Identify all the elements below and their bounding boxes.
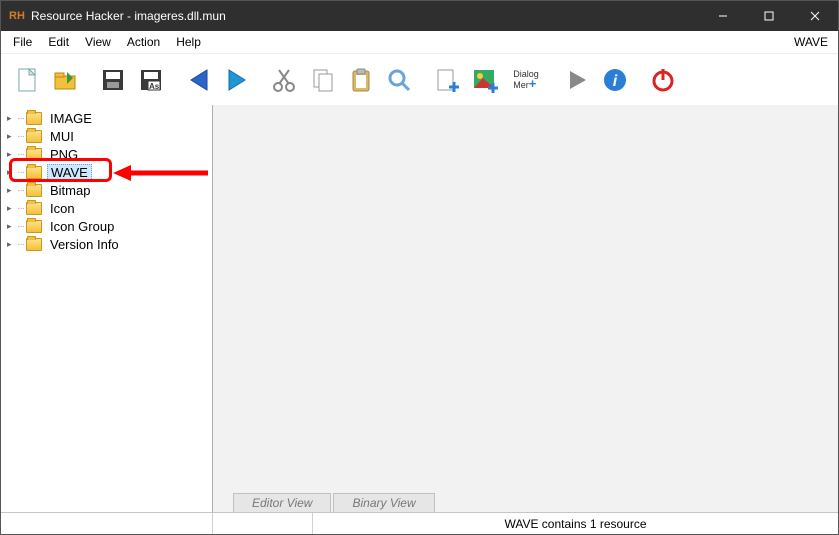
minimize-button[interactable] (700, 1, 746, 31)
folder-icon (26, 238, 42, 251)
tab-editor-view[interactable]: Editor View (233, 493, 331, 512)
new-button[interactable] (9, 62, 45, 98)
tab-binary-view[interactable]: Binary View (333, 493, 434, 512)
chevron-right-icon: ▸ (7, 167, 17, 178)
statusbar-spacer (213, 513, 313, 534)
folder-icon (26, 184, 42, 197)
tree-item-label: PNG (47, 147, 81, 162)
resource-tree[interactable]: ▸···IMAGE ▸···MUI ▸···PNG ▸···WAVE ▸···B… (1, 105, 213, 512)
menu-view[interactable]: View (77, 33, 119, 51)
tree-item-icon[interactable]: ▸···Icon (1, 199, 212, 217)
tree-item-label: IMAGE (47, 111, 95, 126)
folder-icon (26, 112, 42, 125)
tree-item-icon-group[interactable]: ▸···Icon Group (1, 217, 212, 235)
tree-item-label: Bitmap (47, 183, 93, 198)
app-logo-icon: RH (9, 8, 25, 24)
statusbar: WAVE contains 1 resource (1, 512, 838, 534)
client-area: ▸···IMAGE ▸···MUI ▸···PNG ▸···WAVE ▸···B… (1, 105, 838, 512)
tree-item-label: Icon Group (47, 219, 117, 234)
chevron-right-icon: ▸ (7, 203, 17, 214)
window-title: Resource Hacker - imageres.dll.mun (31, 9, 700, 23)
tree-item-png[interactable]: ▸···PNG (1, 145, 212, 163)
titlebar: RH Resource Hacker - imageres.dll.mun (1, 1, 838, 31)
menu-action[interactable]: Action (119, 33, 168, 51)
folder-icon (26, 130, 42, 143)
add-image-button[interactable] (467, 62, 503, 98)
tree-item-image[interactable]: ▸···IMAGE (1, 109, 212, 127)
tree-item-label: MUI (47, 129, 77, 144)
menu-file[interactable]: File (5, 33, 40, 51)
power-button[interactable] (645, 62, 681, 98)
chevron-right-icon: ▸ (7, 113, 17, 124)
tree-item-version-info[interactable]: ▸···Version Info (1, 235, 212, 253)
tree-item-label: Version Info (47, 237, 122, 252)
paste-button[interactable] (343, 62, 379, 98)
chevron-right-icon: ▸ (7, 221, 17, 232)
play-button[interactable] (559, 62, 595, 98)
menu-edit[interactable]: Edit (40, 33, 77, 51)
save-as-button[interactable]: As (133, 62, 169, 98)
folder-icon (26, 202, 42, 215)
view-tabs: Editor View Binary View (233, 493, 437, 512)
window-controls (700, 1, 838, 31)
chevron-right-icon: ▸ (7, 149, 17, 160)
tree-item-label: Icon (47, 201, 78, 216)
svg-text:i: i (613, 73, 618, 90)
tree-item-label: WAVE (47, 164, 92, 181)
context-label: WAVE (794, 35, 828, 49)
svg-text:As: As (149, 82, 160, 91)
chevron-right-icon: ▸ (7, 239, 17, 250)
statusbar-message: WAVE contains 1 resource (313, 513, 838, 534)
tree-item-bitmap[interactable]: ▸···Bitmap (1, 181, 212, 199)
back-button[interactable] (181, 62, 217, 98)
tree-item-mui[interactable]: ▸···MUI (1, 127, 212, 145)
save-button[interactable] (95, 62, 131, 98)
statusbar-left (1, 513, 213, 534)
find-button[interactable] (381, 62, 417, 98)
forward-button[interactable] (219, 62, 255, 98)
toolbar: As DialogMer+ i (1, 53, 838, 105)
content-pane: Editor View Binary View (213, 105, 838, 512)
cut-button[interactable] (267, 62, 303, 98)
maximize-button[interactable] (746, 1, 792, 31)
folder-icon (26, 166, 42, 179)
open-button[interactable] (47, 62, 83, 98)
info-button[interactable]: i (597, 62, 633, 98)
copy-button[interactable] (305, 62, 341, 98)
dialog-merge-button[interactable]: DialogMer+ (505, 62, 547, 98)
menu-help[interactable]: Help (168, 33, 209, 51)
folder-icon (26, 148, 42, 161)
chevron-right-icon: ▸ (7, 185, 17, 196)
close-button[interactable] (792, 1, 838, 31)
add-resource-button[interactable] (429, 62, 465, 98)
app-window: RH Resource Hacker - imageres.dll.mun Fi… (0, 0, 839, 535)
chevron-right-icon: ▸ (7, 131, 17, 142)
menubar: File Edit View Action Help WAVE (1, 31, 838, 53)
tree-item-wave[interactable]: ▸···WAVE (1, 163, 212, 181)
folder-icon (26, 220, 42, 233)
